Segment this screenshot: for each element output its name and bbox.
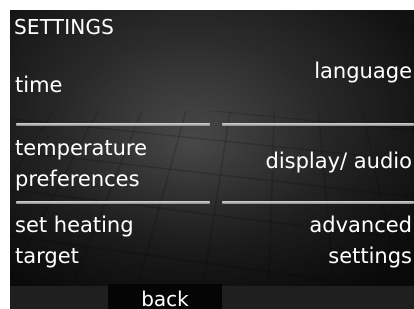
- back-button[interactable]: back: [108, 284, 222, 309]
- menu-item-time-label: time: [15, 73, 63, 97]
- menu-item-language[interactable]: language: [314, 56, 412, 87]
- divider-right-2: [222, 201, 414, 204]
- menu-item-advanced-label-line2: settings: [328, 244, 412, 268]
- menu-item-advanced-settings[interactable]: advanced settings: [309, 210, 412, 272]
- menu-item-display-audio[interactable]: display/ audio: [265, 146, 412, 177]
- menu-item-heating-label-line1: set heating: [15, 213, 134, 237]
- menu-item-display-audio-label: display/ audio: [265, 149, 412, 173]
- settings-screen: SETTINGS time language temperature prefe…: [10, 10, 414, 309]
- divider-right-1: [222, 123, 414, 126]
- menu-item-set-heating-target[interactable]: set heating target: [15, 210, 134, 272]
- menu-item-advanced-label-line1: advanced: [309, 213, 412, 237]
- menu-item-temperature-preferences[interactable]: temperature preferences: [15, 133, 147, 195]
- divider-left-2: [16, 201, 210, 204]
- page-title: SETTINGS: [14, 15, 115, 39]
- menu-item-heating-label-line2: target: [15, 244, 79, 268]
- menu-item-temperature-label-line1: temperature: [15, 136, 147, 160]
- menu-item-language-label: language: [314, 59, 412, 83]
- divider-left-1: [16, 123, 210, 126]
- menu-item-time[interactable]: time: [15, 70, 62, 101]
- menu-item-temperature-label-line2: preferences: [15, 167, 140, 191]
